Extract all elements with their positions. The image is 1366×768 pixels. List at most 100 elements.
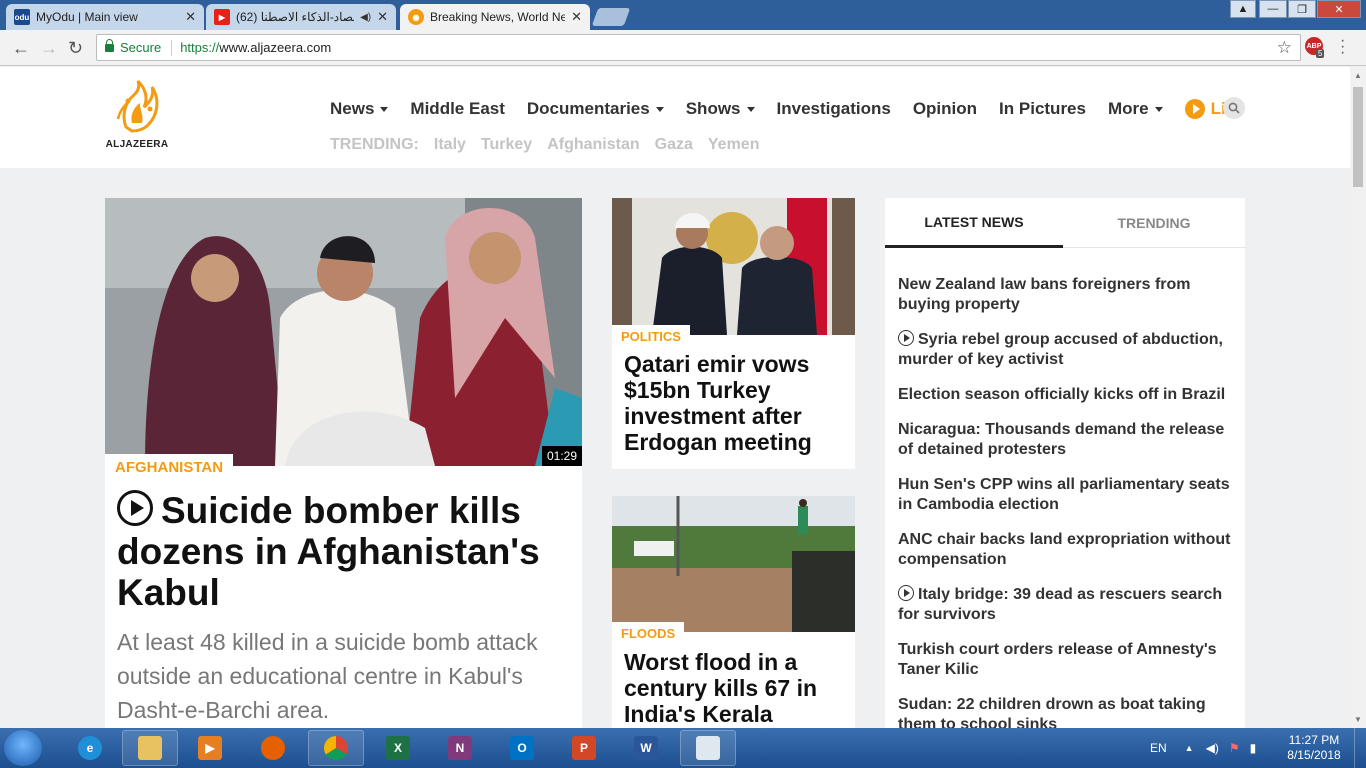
- close-tab-icon[interactable]: ✕: [571, 9, 582, 25]
- taskbar-media-player[interactable]: ▶: [182, 730, 238, 766]
- news-item[interactable]: Election season officially kicks off in …: [898, 385, 1233, 420]
- news-item-title: Italy bridge: 39 dead as rescuers search…: [898, 586, 1223, 623]
- side-story-image[interactable]: [612, 496, 855, 632]
- forward-icon[interactable]: →: [40, 38, 58, 59]
- side-story-card-floods[interactable]: FLOODS Worst flood in a century kills 67…: [612, 496, 855, 728]
- side-story-photo: [612, 496, 855, 632]
- windows-taskbar: e ▶ X N O P W EN ▲ ◀) ⚑ ▮ 11:27 PM 8/15/…: [0, 728, 1366, 768]
- language-indicator[interactable]: EN: [1150, 741, 1167, 755]
- user-icon[interactable]: ▲: [1230, 0, 1256, 18]
- volume-icon[interactable]: ◀): [1206, 741, 1219, 755]
- taskbar-firefox[interactable]: [245, 730, 301, 766]
- main-story-image[interactable]: 01:29: [105, 198, 582, 466]
- paint-icon: [696, 736, 720, 760]
- trending-link-afghanistan[interactable]: Afghanistan: [547, 136, 639, 154]
- story-tag[interactable]: POLITICS: [612, 325, 690, 347]
- main-story-title[interactable]: Suicide bomber kills dozens in Afghanist…: [117, 490, 572, 613]
- powerpoint-icon: P: [572, 736, 596, 760]
- taskbar-chrome[interactable]: [308, 730, 364, 766]
- page-scrollbar[interactable]: ▲ ▼: [1350, 67, 1366, 728]
- tab-title: Breaking News, World Ne: [430, 10, 566, 24]
- news-item[interactable]: Sudan: 22 children drown as boat taking …: [898, 695, 1233, 728]
- tab-trending[interactable]: TRENDING: [1065, 198, 1243, 248]
- taskbar-clock[interactable]: 11:27 PM 8/15/2018: [1282, 733, 1346, 763]
- trending-link-italy[interactable]: Italy: [434, 136, 466, 154]
- nav-item-more[interactable]: More: [1108, 99, 1163, 119]
- back-icon[interactable]: ←: [12, 38, 30, 59]
- trending-link-gaza[interactable]: Gaza: [655, 136, 693, 154]
- nav-item-opinion[interactable]: Opinion: [913, 99, 977, 119]
- start-button[interactable]: [4, 730, 42, 766]
- nav-item-shows[interactable]: Shows: [686, 99, 755, 119]
- close-window-button[interactable]: ✕: [1317, 0, 1361, 18]
- nav-label: More: [1107, 99, 1149, 118]
- scroll-up-icon[interactable]: ▲: [1354, 71, 1362, 80]
- play-video-icon: [117, 490, 153, 526]
- aljazeera-logo[interactable]: ALJAZEERA: [104, 79, 170, 154]
- news-item[interactable]: Turkish court orders release of Amnesty'…: [898, 640, 1233, 695]
- news-item[interactable]: Syria rebel group accused of abduction, …: [898, 330, 1233, 385]
- network-icon[interactable]: ▮: [1250, 741, 1257, 755]
- story-tag[interactable]: AFGHANISTAN: [105, 454, 234, 480]
- scrollbar-thumb[interactable]: [1353, 87, 1363, 187]
- taskbar-outlook[interactable]: O: [494, 730, 550, 766]
- close-tab-icon[interactable]: ✕: [185, 9, 196, 25]
- story-tag[interactable]: FLOODS: [612, 622, 685, 644]
- media-player-icon: ▶: [198, 736, 222, 760]
- main-story-card[interactable]: 01:29 AFGHANISTAN Suicide bomber kills d…: [105, 198, 582, 728]
- browser-tab-myodu[interactable]: odu MyOdu | Main view ✕: [6, 4, 204, 30]
- nav-label: News: [330, 99, 375, 118]
- minimize-button[interactable]: —: [1259, 0, 1287, 18]
- new-tab-button[interactable]: [591, 8, 631, 26]
- news-item-title: Syria rebel group accused of abduction, …: [898, 331, 1223, 368]
- nav-item-middle-east[interactable]: Middle East: [410, 99, 504, 119]
- close-tab-icon[interactable]: ✕: [377, 9, 388, 25]
- chrome-icon: [324, 736, 348, 760]
- url-scheme: https://: [180, 40, 220, 55]
- taskbar-powerpoint[interactable]: P: [556, 730, 612, 766]
- internet-explorer-icon: e: [78, 736, 102, 760]
- nav-item-in-pictures[interactable]: In Pictures: [999, 99, 1086, 119]
- bookmark-star-icon[interactable]: ☆: [1277, 38, 1292, 58]
- search-button[interactable]: [1223, 97, 1245, 119]
- taskbar-paint[interactable]: [680, 730, 736, 766]
- news-item[interactable]: ANC chair backs land expropriation witho…: [898, 530, 1233, 585]
- restore-button[interactable]: ❐: [1288, 0, 1316, 18]
- side-story-title[interactable]: Worst flood in a century kills 67 in Ind…: [624, 649, 849, 727]
- chevron-down-icon: [746, 106, 755, 112]
- news-item[interactable]: New Zealand law bans foreigners from buy…: [898, 275, 1233, 330]
- side-story-title[interactable]: Qatari emir vows $15bn Turkey investment…: [624, 351, 849, 455]
- trending-link-yemen[interactable]: Yemen: [708, 136, 760, 154]
- action-center-icon[interactable]: ⚑: [1229, 741, 1240, 755]
- reload-icon[interactable]: ↻: [68, 38, 83, 59]
- browser-tab-aljazeera[interactable]: ◉ Breaking News, World Ne ✕: [400, 4, 590, 30]
- taskbar-ie[interactable]: e: [62, 730, 118, 766]
- news-item[interactable]: Italy bridge: 39 dead as rescuers search…: [898, 585, 1233, 640]
- nav-label: Documentaries: [526, 99, 650, 118]
- browser-menu-icon[interactable]: · · ·: [1340, 33, 1345, 61]
- news-item-title: Nicaragua: Thousands demand the release …: [898, 421, 1225, 458]
- speaker-icon[interactable]: ◀): [360, 12, 371, 23]
- taskbar-onenote[interactable]: N: [432, 730, 488, 766]
- taskbar-file-explorer[interactable]: [122, 730, 178, 766]
- side-story-card-politics[interactable]: POLITICS Qatari emir vows $15bn Turkey i…: [612, 198, 855, 469]
- clock-date: 8/15/2018: [1287, 748, 1341, 762]
- nav-item-news[interactable]: News: [330, 99, 389, 119]
- browser-tab-youtube[interactable]: ▶ الحصاد-الذكاء الاصطنا (62) ◀) ✕: [206, 4, 396, 30]
- scroll-down-icon[interactable]: ▼: [1354, 715, 1362, 724]
- nav-item-documentaries[interactable]: Documentaries: [527, 99, 664, 119]
- taskbar-excel[interactable]: X: [370, 730, 426, 766]
- side-story-image[interactable]: [612, 198, 855, 335]
- trending-link-turkey[interactable]: Turkey: [481, 136, 532, 154]
- taskbar-word[interactable]: W: [618, 730, 674, 766]
- show-desktop-button[interactable]: [1354, 728, 1366, 768]
- news-item[interactable]: Hun Sen's CPP wins all parliamentary sea…: [898, 475, 1233, 530]
- address-bar[interactable]: Secure https:// www.aljazeera.com ☆: [96, 34, 1301, 61]
- nav-item-investigations[interactable]: Investigations: [777, 99, 891, 119]
- news-item[interactable]: Nicaragua: Thousands demand the release …: [898, 420, 1233, 475]
- tab-latest-news[interactable]: LATEST NEWS: [885, 198, 1063, 248]
- tab-title: MyOdu | Main view: [36, 10, 138, 24]
- play-video-icon: [898, 330, 914, 346]
- nav-label: Opinion: [912, 99, 978, 118]
- show-hidden-icons[interactable]: ▲: [1185, 743, 1194, 753]
